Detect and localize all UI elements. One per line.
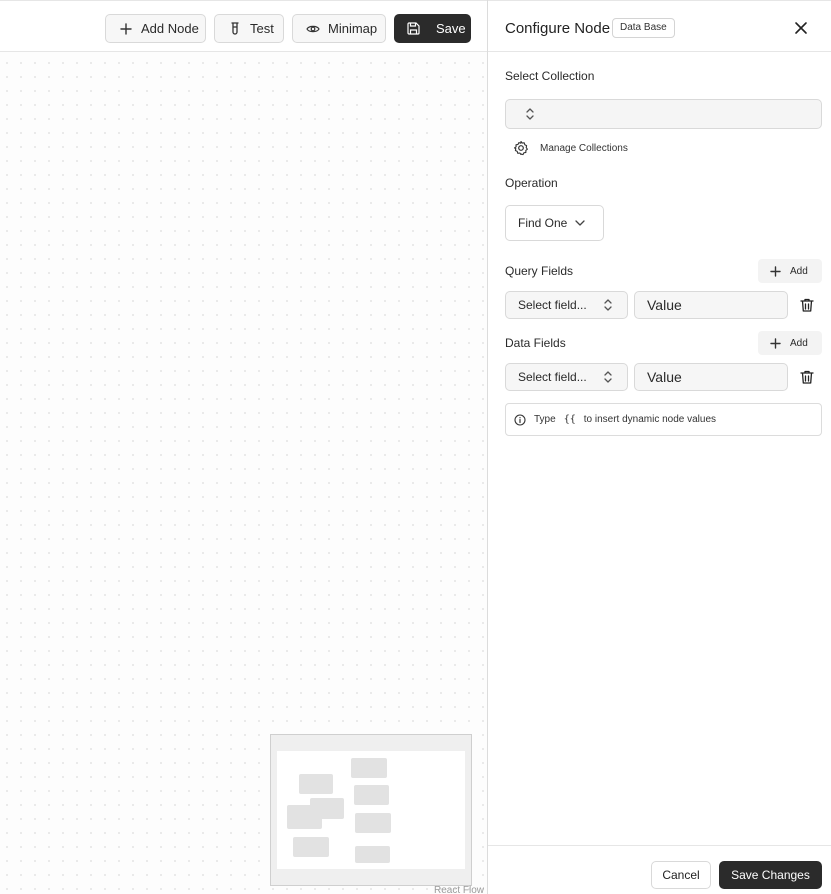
- flow-canvas[interactable]: Add Node Test Minimap Save React Flow: [0, 0, 487, 894]
- test-tube-icon: [228, 22, 242, 36]
- chevron-up-down-icon: [525, 107, 535, 126]
- data-fields-label: Data Fields: [505, 336, 566, 350]
- operation-value: Find One: [518, 216, 568, 230]
- minimap-node: [355, 846, 390, 863]
- hint-suffix: to insert dynamic node values: [583, 414, 717, 425]
- test-button[interactable]: Test: [214, 14, 284, 43]
- operation-label: Operation: [505, 176, 558, 190]
- close-icon[interactable]: [793, 20, 809, 36]
- add-node-label: Add Node: [141, 21, 199, 36]
- add-data-field-label: Add: [790, 337, 808, 349]
- query-value-input[interactable]: Value: [634, 291, 788, 319]
- node-type-badge: Data Base: [612, 18, 675, 38]
- delete-data-field-icon[interactable]: [799, 369, 815, 385]
- dynamic-values-hint: Type {{ to insert dynamic node values: [505, 403, 822, 436]
- add-query-field-button[interactable]: Add: [758, 259, 822, 283]
- query-fields-label: Query Fields: [505, 264, 574, 278]
- canvas-toolbar: Add Node Test Minimap Save: [0, 0, 487, 52]
- plus-icon: [770, 337, 781, 349]
- react-flow-attribution[interactable]: React Flow: [434, 885, 484, 894]
- hint-prefix: Type: [534, 414, 556, 425]
- add-query-field-label: Add: [790, 265, 808, 277]
- minimap-node: [355, 813, 391, 833]
- configure-node-panel: Configure Node Data Base Select Collecti…: [487, 0, 831, 894]
- add-node-button[interactable]: Add Node: [105, 14, 206, 43]
- add-data-field-button[interactable]: Add: [758, 331, 822, 355]
- cancel-button[interactable]: Cancel: [651, 861, 711, 889]
- minimap-node: [299, 774, 333, 794]
- minimap[interactable]: [270, 734, 472, 886]
- query-field-placeholder: Select field...: [518, 298, 587, 312]
- plus-icon: [119, 22, 133, 36]
- save-disk-icon: [406, 22, 420, 36]
- chevron-up-down-icon: [603, 370, 613, 387]
- app-root: Add Node Test Minimap Save React Flow Co…: [0, 0, 831, 894]
- info-icon: [514, 413, 526, 426]
- manage-collections-label: Manage Collections: [540, 142, 628, 154]
- minimap-node: [287, 805, 322, 829]
- data-field-select[interactable]: Select field...: [505, 363, 628, 391]
- test-label: Test: [250, 21, 274, 36]
- minimap-label: Minimap: [328, 21, 378, 36]
- hint-code: {{: [563, 414, 576, 425]
- gear-icon: [513, 140, 529, 156]
- minimap-node: [351, 758, 387, 778]
- minimap-toggle-button[interactable]: Minimap: [292, 14, 386, 43]
- minimap-node: [293, 837, 329, 857]
- save-changes-button[interactable]: Save Changes: [719, 861, 822, 889]
- save-button[interactable]: Save: [394, 14, 471, 43]
- collection-select[interactable]: [505, 99, 822, 129]
- chevron-down-icon: [575, 220, 586, 226]
- data-value-input[interactable]: Value: [634, 363, 788, 391]
- plus-icon: [770, 265, 781, 277]
- select-collection-label: Select Collection: [505, 69, 595, 83]
- minimap-viewport: [277, 751, 465, 869]
- panel-header: Configure Node Data Base: [488, 0, 831, 52]
- delete-query-field-icon[interactable]: [799, 297, 815, 313]
- chevron-up-down-icon: [603, 298, 613, 315]
- data-field-placeholder: Select field...: [518, 370, 587, 384]
- panel-footer: Cancel Save Changes: [488, 845, 831, 894]
- operation-select[interactable]: Find One: [505, 205, 604, 241]
- panel-title: Configure Node: [505, 20, 611, 37]
- minimap-node: [354, 785, 389, 805]
- eye-icon: [306, 22, 320, 36]
- save-label: Save: [436, 21, 466, 36]
- manage-collections-button[interactable]: Manage Collections: [513, 140, 628, 156]
- query-field-select[interactable]: Select field...: [505, 291, 628, 319]
